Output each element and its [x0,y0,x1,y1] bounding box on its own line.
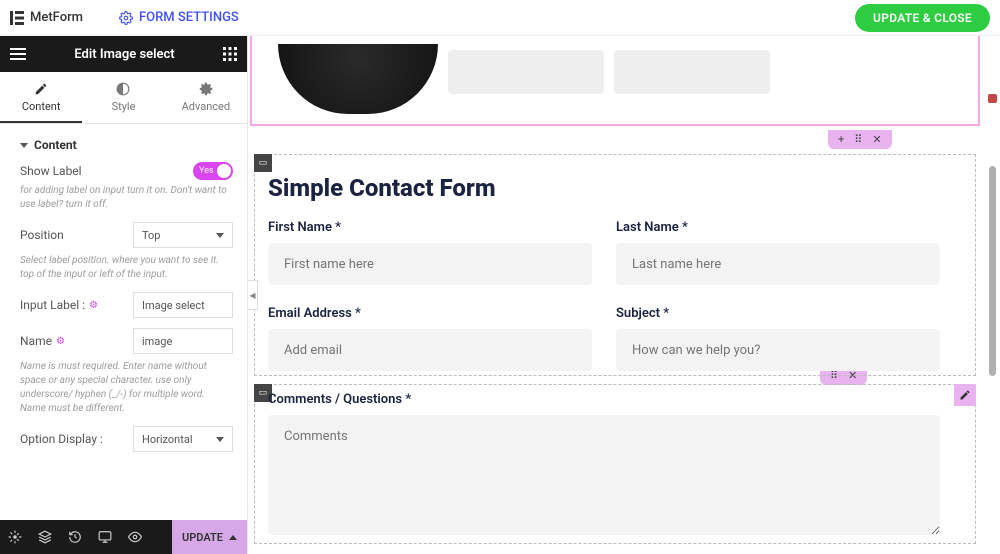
canvas: + ⠿ ✕ ⠿ ✕ ▭ ▭ Simple Contact Form First … [248,36,1000,554]
placeholder-box [448,50,604,94]
dynamic-icon[interactable]: ⚙ [56,336,65,347]
first-name-input[interactable] [268,243,592,285]
close-icon[interactable]: ✕ [872,133,881,146]
scrollbar[interactable] [989,166,996,376]
settings-icon[interactable] [0,520,30,554]
elementor-logo-icon [10,11,24,25]
position-label: Position [20,228,64,242]
panel-collapse-button[interactable]: ◀ [248,280,258,310]
app-name: MetForm [30,10,83,25]
panel-tabs: Content Style Advanced [0,72,247,124]
navigator-icon[interactable] [30,520,60,554]
panel-title: Edit Image select [26,47,223,62]
scroll-marker [988,94,997,103]
menu-icon[interactable] [10,48,26,60]
responsive-icon[interactable] [90,520,120,554]
section-handle-1[interactable]: + ⠿ ✕ [828,130,892,149]
editor-panel: Edit Image select Content Style Advanced… [0,36,248,554]
update-close-button[interactable]: UPDATE & CLOSE [855,4,990,32]
subject-input[interactable] [616,329,940,371]
show-label-toggle[interactable]: Yes [193,162,233,180]
field-comments: Comments / Questions * [268,392,940,539]
history-icon[interactable] [60,520,90,554]
field-first-name: First Name * [268,220,592,285]
field-email: Email Address * [268,306,592,371]
subject-label: Subject * [616,306,940,321]
toggle-knob [217,164,231,178]
caret-up-icon [229,535,237,540]
contrast-icon [116,82,130,96]
form-settings-link[interactable]: FORM SETTINGS [119,10,239,25]
input-label-label: Input Label : ⚙ [20,298,98,312]
drag-icon[interactable]: ⠿ [854,133,862,146]
show-label-label: Show Label [20,164,82,178]
placeholder-box [614,50,770,94]
topbar-left: MetForm FORM SETTINGS [10,10,239,25]
first-name-label: First Name * [268,220,592,235]
tab-content[interactable]: Content [0,72,82,123]
comments-textarea[interactable] [268,415,940,535]
position-help: Select label position. where you want to… [20,254,233,282]
form-title: Simple Contact Form [268,174,496,202]
pencil-icon [34,82,48,96]
gear-icon [119,11,133,25]
preview-icon[interactable] [120,520,150,554]
section-header-content[interactable]: Content [20,124,233,162]
field-subject: Subject * [616,306,940,371]
column-tag-1[interactable]: ▭ [254,154,272,172]
panel-footer: UPDATE [0,520,247,554]
last-name-label: Last Name * [616,220,940,235]
edit-widget-button[interactable] [954,384,976,406]
input-label-field[interactable] [133,292,233,318]
panel-body: Content Show Label Yes for adding label … [0,124,247,520]
name-label: Name ⚙ [20,334,65,348]
form-settings-label: FORM SETTINGS [139,10,239,25]
top-bar: MetForm FORM SETTINGS UPDATE & CLOSE [0,0,1000,36]
last-name-input[interactable] [616,243,940,285]
chevron-down-icon [216,437,224,442]
update-button[interactable]: UPDATE [172,520,247,554]
plus-icon[interactable]: + [838,133,844,146]
placeholder-row [448,50,770,94]
image-widget-preview[interactable] [278,44,438,114]
panel-header: Edit Image select [0,36,247,72]
show-label-help: for adding label on input turn it on. Do… [20,184,233,212]
comments-label: Comments / Questions * [268,392,940,407]
caret-down-icon [20,143,28,148]
option-display-select[interactable]: Horizontal [133,426,233,452]
chevron-down-icon [216,233,224,238]
tab-style[interactable]: Style [82,72,164,123]
tab-advanced[interactable]: Advanced [165,72,247,123]
gear-icon [199,82,213,96]
position-select[interactable]: Top [133,222,233,248]
pencil-icon [959,389,971,401]
email-label: Email Address * [268,306,592,321]
name-field[interactable] [133,328,233,354]
email-input[interactable] [268,329,592,371]
apps-icon[interactable] [223,47,237,61]
field-last-name: Last Name * [616,220,940,285]
dynamic-icon[interactable]: ⚙ [89,300,98,311]
name-help: Name is must required. Enter name withou… [20,360,233,416]
option-display-label: Option Display : [20,432,103,446]
